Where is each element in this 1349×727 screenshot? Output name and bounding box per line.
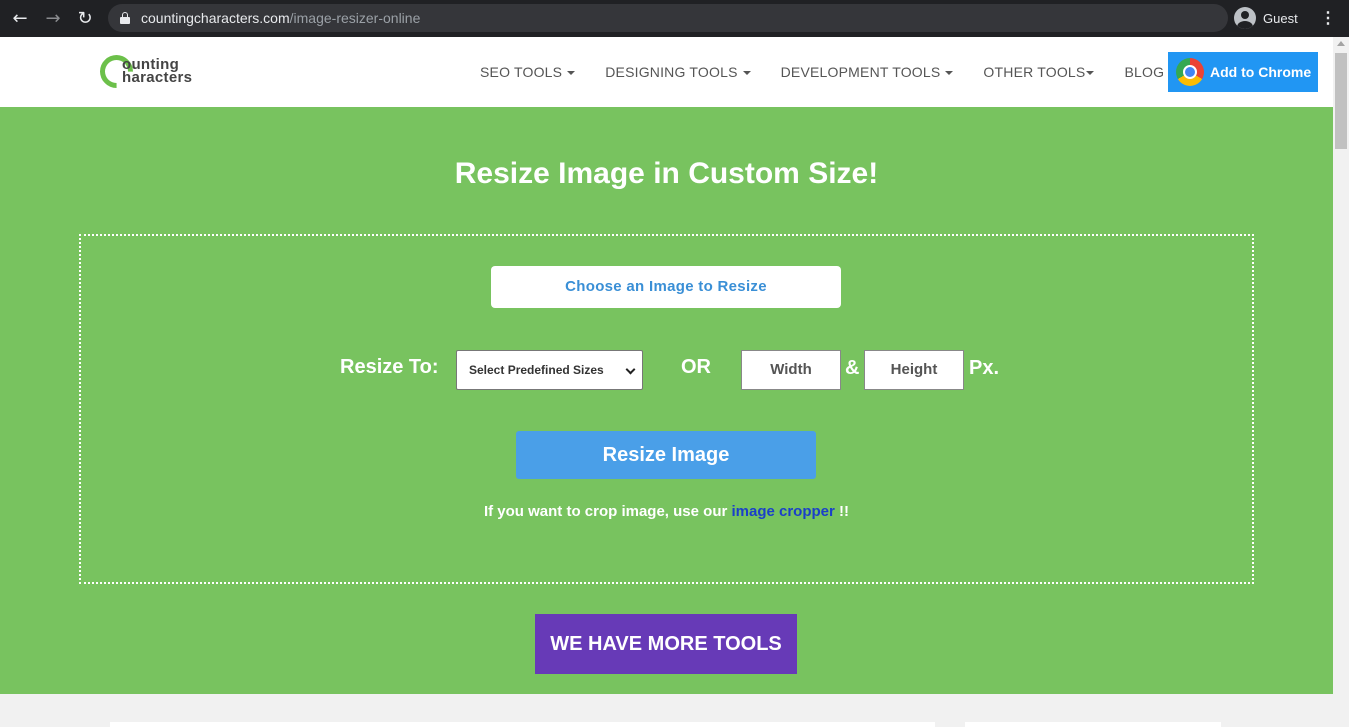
back-arrow-icon[interactable]: ← [9, 8, 31, 30]
menu-other-tools[interactable]: OTHER TOOLS [968, 64, 1109, 80]
content-card-left [110, 722, 935, 727]
menu-development-tools[interactable]: DEVELOPMENT TOOLS [766, 64, 969, 80]
caret-down-icon [945, 71, 954, 76]
avatar-icon [1234, 7, 1256, 29]
menu-development-tools-label: DEVELOPMENT TOOLS [780, 64, 941, 80]
menu-kebab-icon[interactable]: ⋮ [1319, 8, 1337, 30]
or-label: OR [681, 356, 711, 378]
choose-image-button[interactable]: Choose an Image to Resize [491, 266, 841, 308]
menu-seo-tools-label: SEO TOOLS [480, 64, 563, 80]
forward-arrow-icon[interactable]: → [42, 8, 64, 30]
image-cropper-link[interactable]: image cropper [731, 503, 834, 520]
logo-line-2: haracters [122, 69, 193, 86]
site-logo[interactable]: ounting haracters [93, 48, 220, 95]
crop-note-suffix: !! [834, 503, 850, 520]
chevron-down-icon [625, 364, 636, 375]
scroll-up-arrow-icon[interactable] [1337, 41, 1345, 46]
chrome-logo-icon [1176, 58, 1204, 86]
reload-icon[interactable]: ↻ [74, 8, 96, 30]
add-to-chrome-button[interactable]: Add to Chrome [1168, 52, 1318, 92]
add-to-chrome-label: Add to Chrome [1210, 64, 1312, 80]
scroll-thumb[interactable] [1335, 53, 1347, 149]
caret-down-icon [567, 71, 576, 76]
caret-down-icon [1086, 71, 1095, 76]
menu-seo-tools[interactable]: SEO TOOLS [465, 64, 590, 80]
menu-other-tools-label: OTHER TOOLS [983, 64, 1086, 80]
profile-button[interactable]: Guest [1234, 5, 1298, 31]
caret-down-icon [742, 71, 751, 76]
height-input[interactable]: Height [864, 350, 964, 390]
main-menu: SEO TOOLS DESIGNING TOOLS DEVELOPMENT TO… [465, 37, 1179, 107]
content-card-right [965, 722, 1221, 727]
crop-note: If you want to crop image, use our image… [81, 503, 1252, 520]
url-text: countingcharacters.com/image-resizer-onl… [141, 10, 420, 26]
predefined-sizes-value: Select Predefined Sizes [469, 363, 604, 377]
profile-label: Guest [1263, 10, 1298, 26]
url-domain: countingcharacters.com [141, 10, 290, 26]
resize-to-label: Resize To: [340, 356, 439, 378]
px-unit-label: Px. [969, 357, 1000, 379]
ampersand-label: & [845, 357, 860, 379]
page-scrollbar[interactable] [1333, 37, 1349, 727]
menu-blog-label: BLOG [1124, 64, 1165, 80]
more-tools-button[interactable]: WE HAVE MORE TOOLS [535, 614, 797, 674]
site-header: ounting haracters SEO TOOLS DESIGNING TO… [0, 37, 1333, 107]
width-input[interactable]: Width [741, 350, 841, 390]
page-title: Resize Image in Custom Size! [454, 157, 879, 190]
hero-section: Resize Image in Custom Size! Choose an I… [0, 107, 1333, 694]
url-path: /image-resizer-online [289, 10, 421, 26]
browser-toolbar: ← → ↻ countingcharacters.com/image-resiz… [0, 0, 1349, 37]
resize-tool-box: Choose an Image to Resize Resize To: Sel… [79, 234, 1254, 584]
lock-icon [120, 12, 130, 24]
crop-note-prefix: If you want to crop image, use our [483, 503, 732, 520]
address-bar[interactable]: countingcharacters.com/image-resizer-onl… [108, 4, 1228, 32]
predefined-sizes-select[interactable]: Select Predefined Sizes [456, 350, 643, 390]
resize-image-button[interactable]: Resize Image [516, 431, 816, 479]
menu-designing-tools[interactable]: DESIGNING TOOLS [590, 64, 765, 80]
menu-designing-tools-label: DESIGNING TOOLS [605, 64, 738, 80]
